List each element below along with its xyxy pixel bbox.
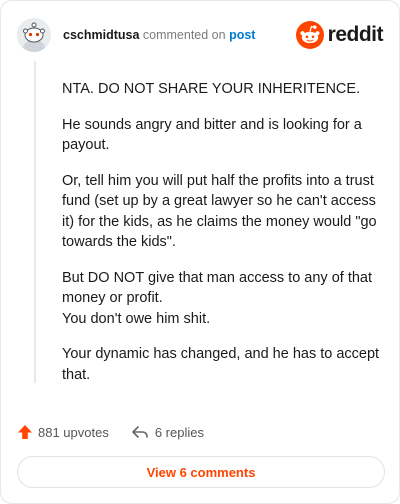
comment-paragraph: He sounds angry and bitter and is lookin… <box>62 116 362 154</box>
comment-card: cschmidtusa commented on post reddit NTA… <box>0 0 400 504</box>
replies-button[interactable]: 6 replies <box>131 424 204 440</box>
comment-paragraph: NTA. DO NOT SHARE YOUR INHERITENCE. <box>62 81 361 97</box>
comment-body: NTA. DO NOT SHARE YOUR INHERITENCE. He s… <box>62 79 382 400</box>
username-link[interactable]: cschmidtusa <box>63 28 139 42</box>
replies-count: 6 replies <box>154 424 204 440</box>
action-text: commented on <box>142 28 226 42</box>
comment-line: But DO NOT give that man access to any o… <box>62 269 373 307</box>
reddit-snoo-icon <box>295 21 324 49</box>
reddit-logo[interactable]: reddit <box>295 21 384 49</box>
comment-footer: 881 upvotes 6 replies <box>17 421 204 443</box>
snoo-avatar-icon <box>17 18 51 52</box>
comment-paragraph: Or, tell him you will put half the profi… <box>62 172 377 251</box>
reply-arrow-icon <box>132 426 148 438</box>
post-link[interactable]: post <box>229 28 255 42</box>
comment-paragraph: But DO NOT give that man access to any o… <box>62 268 382 330</box>
user-avatar[interactable] <box>17 18 51 52</box>
thread-line <box>34 61 36 383</box>
comment-meta: cschmidtusa commented on post <box>63 27 255 43</box>
view-comments-button[interactable]: View 6 comments <box>17 456 385 488</box>
comment-header: cschmidtusa commented on post reddit <box>17 17 384 53</box>
comment-paragraph: Your dynamic has changed, and he has to … <box>62 346 380 383</box>
reddit-wordmark: reddit <box>327 23 384 46</box>
comment-line: You don't owe him shit. <box>62 310 211 327</box>
upvote-arrow-icon <box>18 425 32 439</box>
upvote-button[interactable]: 881 upvotes <box>17 424 109 440</box>
upvote-count: 881 upvotes <box>38 424 109 440</box>
